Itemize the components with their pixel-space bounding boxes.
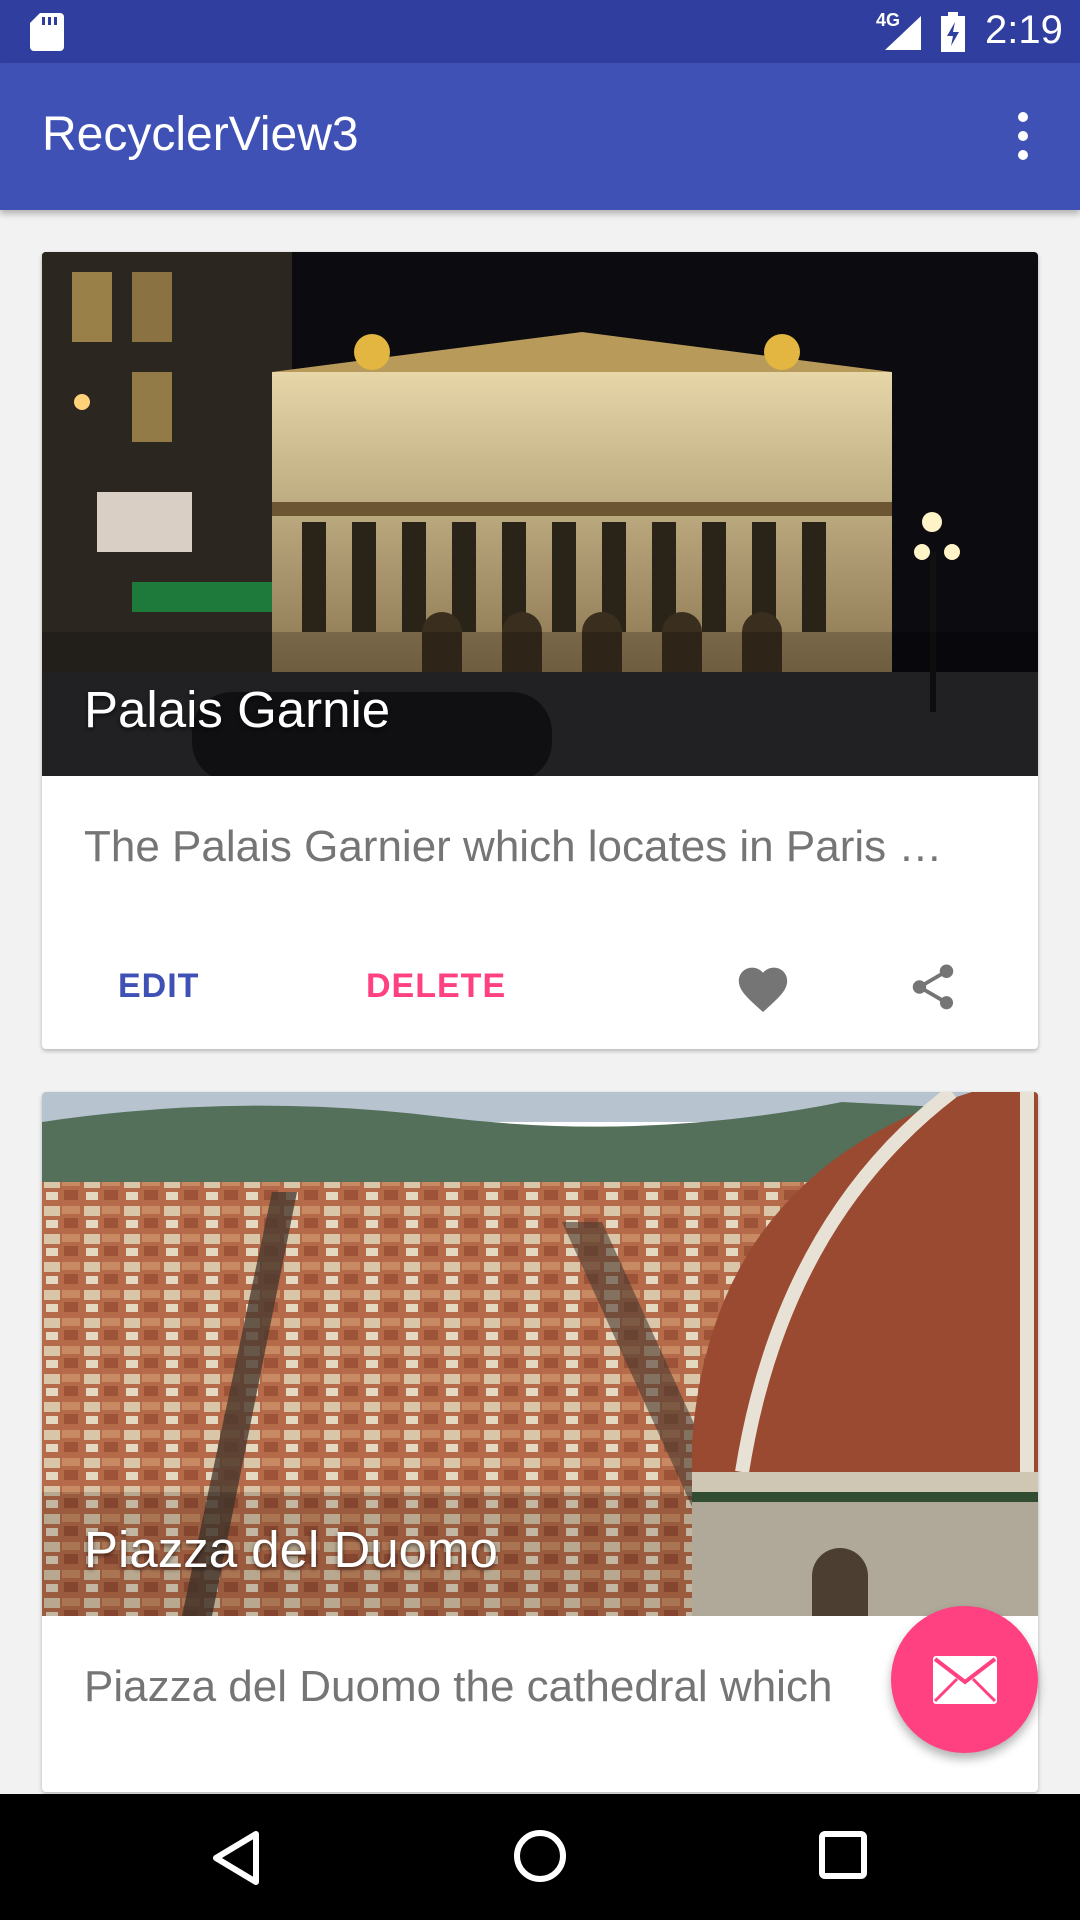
back-icon[interactable] xyxy=(210,1830,262,1886)
delete-button[interactable]: DELETE xyxy=(366,967,506,1006)
app-bar: RecyclerView3 xyxy=(0,63,1080,210)
home-icon[interactable] xyxy=(512,1828,568,1884)
card-description: The Palais Garnier which locates in Pari… xyxy=(84,822,943,871)
card-image-palais-garnier: Palais Garnie xyxy=(42,252,1038,776)
share-icon[interactable] xyxy=(906,958,960,1016)
navigation-bar xyxy=(0,1794,1080,1920)
card-title: Piazza del Duomo xyxy=(84,1521,498,1578)
place-card[interactable]: Piazza del Duomo Piazza del Duomo the ca… xyxy=(42,1092,1038,1792)
card-image-piazza-del-duomo: Piazza del Duomo xyxy=(42,1092,1038,1616)
edit-button[interactable]: EDIT xyxy=(118,967,199,1006)
card-title: Palais Garnie xyxy=(84,681,391,738)
email-fab[interactable] xyxy=(891,1606,1038,1753)
battery-icon xyxy=(941,12,965,52)
status-clock: 2:19 xyxy=(985,8,1063,52)
place-card[interactable]: Palais Garnie The Palais Garnier which l… xyxy=(42,252,1038,1049)
heart-icon[interactable] xyxy=(734,960,792,1014)
sd-card-icon xyxy=(30,13,64,51)
card-description: Piazza del Duomo the cathedral which xyxy=(84,1662,833,1711)
app-title: RecyclerView3 xyxy=(42,108,359,161)
signal-icon xyxy=(885,16,921,50)
email-icon xyxy=(932,1655,997,1704)
status-bar: 4G 2:19 xyxy=(0,0,1080,63)
recents-icon[interactable] xyxy=(818,1830,868,1880)
overflow-menu-icon[interactable] xyxy=(1005,108,1041,164)
